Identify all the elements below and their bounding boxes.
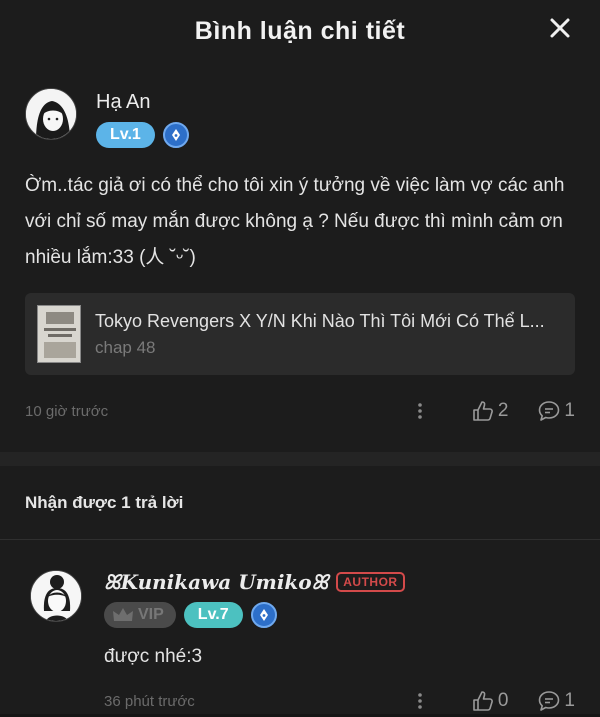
thumbs-up-icon [473,691,493,711]
reply-avatar[interactable] [30,570,82,622]
vip-badge: VIP [104,602,176,628]
close-button[interactable] [546,14,574,42]
more-button[interactable] [410,402,430,420]
more-icon[interactable] [417,402,423,420]
main-comment: Hạ An Lv.1 Ờm..tác giả ơi có thể cho tôi… [0,62,600,432]
more-button[interactable] [410,692,430,710]
avatar-image [26,89,76,139]
reply-button[interactable]: 1 [538,400,575,422]
timestamp: 36 phút trước [104,692,195,710]
section-divider [0,452,600,466]
username[interactable]: Hạ An [96,91,189,114]
crown-icon [113,608,133,621]
thumbs-up-icon [473,401,493,421]
vip-label: VIP [138,606,164,623]
pen-icon [259,609,268,621]
chapter-card[interactable]: Tokyo Revengers X Y/N Khi Nào Thì Tôi Mớ… [25,293,575,375]
reply-actions: 36 phút trước 0 1 [104,680,575,717]
timestamp: 10 giờ trước [25,402,109,420]
pen-badge [250,602,277,628]
chapter-card-title: Tokyo Revengers X Y/N Khi Nào Thì Tôi Mớ… [95,310,545,331]
pen-badge [162,122,189,148]
header: Bình luận chi tiết [0,0,600,62]
level-badge: Lv.1 [96,122,155,148]
page-title: Bình luận chi tiết [194,16,406,45]
reply-item: ꕤKunikawa Umikoꕤ AUTHOR VIP Lv.7 được nh… [0,540,600,717]
like-button[interactable]: 0 [472,690,509,712]
avatar-image [31,571,81,621]
chapter-label: chap 48 [95,337,156,357]
like-count: 2 [497,400,509,421]
reply-username[interactable]: ꕤKunikawa Umikoꕤ [104,570,328,594]
reply-button[interactable]: 1 [538,690,575,712]
comment-actions: 10 giờ trước 2 1 [25,390,575,432]
reply-count: 1 [564,400,575,421]
comment-icon [539,401,560,421]
level-badge: Lv.7 [183,602,243,628]
replies-header: Nhận được 1 trả lời [0,466,600,540]
comment-text: Ờm..tác giả ơi có thể cho tôi xin ý tưởn… [25,175,565,268]
like-count: 0 [497,690,509,711]
avatar[interactable] [25,88,77,140]
reply-count: 1 [564,690,575,711]
author-tag: AUTHOR [336,572,405,592]
reply-text: được nhé:3 [104,646,203,667]
pen-icon [171,129,180,141]
like-button[interactable]: 2 [472,400,509,422]
close-icon[interactable] [549,17,571,39]
chapter-cover [37,305,81,363]
more-icon[interactable] [417,692,423,710]
comment-icon [539,691,560,711]
